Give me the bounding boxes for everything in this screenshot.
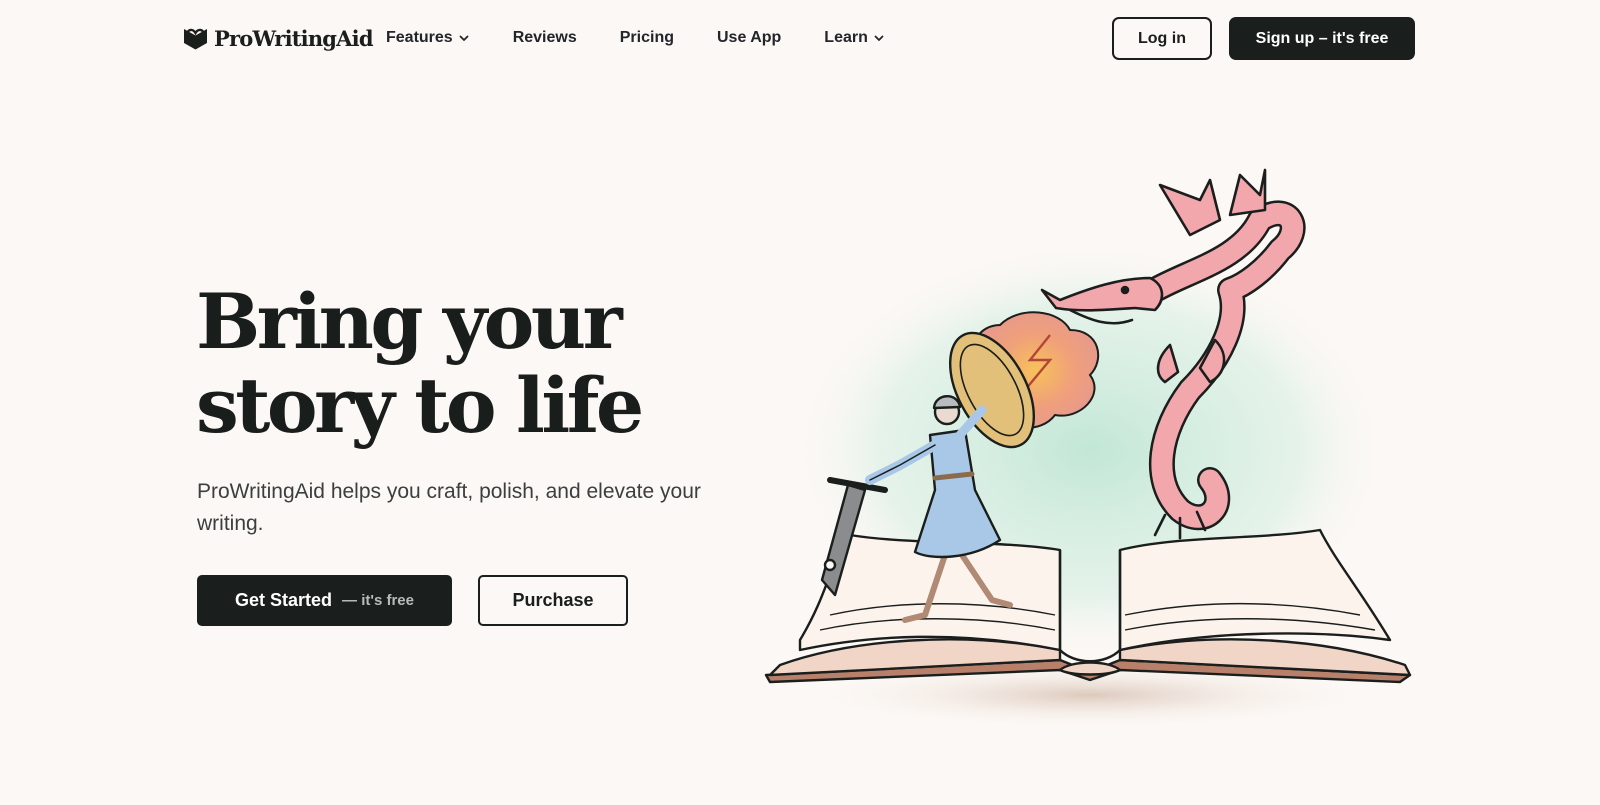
nav-use-app-label: Use App: [716, 29, 782, 46]
get-started-button[interactable]: Get Started — it's free: [197, 575, 452, 626]
nav-pricing[interactable]: Pricing: [620, 26, 674, 50]
get-started-sublabel: — it's free: [342, 592, 414, 609]
nav-features-label: Features: [386, 29, 453, 46]
main-nav: Features Reviews Pricing Use App Learn: [386, 26, 928, 50]
hero-illustration: [760, 160, 1420, 740]
nav-reviews[interactable]: Reviews: [513, 26, 577, 50]
logo-link[interactable]: ProWritingAid: [183, 24, 374, 52]
logo-icon: [183, 26, 208, 50]
chevron-down-icon: [873, 32, 885, 44]
nav-reviews-label: Reviews: [512, 29, 577, 46]
knight-dragon-book-illustration: [764, 168, 1412, 729]
signup-button[interactable]: Sign up – it's free: [1229, 17, 1415, 60]
chevron-down-icon: [458, 32, 470, 44]
hero-title: Bring your story to life: [196, 280, 756, 448]
nav-pricing-label: Pricing: [619, 29, 674, 46]
hero-subtitle: ProWritingAid helps you craft, polish, a…: [197, 480, 701, 535]
nav-learn[interactable]: Learn: [824, 26, 885, 50]
nav-use-app[interactable]: Use App: [717, 26, 781, 50]
nav-learn-label: Learn: [824, 29, 868, 46]
site-header: ProWritingAid Features Reviews Pricing U…: [0, 0, 1600, 78]
login-button[interactable]: Log in: [1112, 17, 1212, 60]
page: ProWritingAid Features Reviews Pricing U…: [0, 0, 1600, 805]
hero-title-line-1: Bring your: [196, 277, 623, 366]
nav-features[interactable]: Features: [386, 26, 470, 50]
get-started-label: Get Started: [235, 590, 333, 610]
purchase-button[interactable]: Purchase: [478, 575, 628, 626]
logo-text: ProWritingAid: [214, 25, 374, 51]
hero-title-line-2: story to life: [196, 361, 644, 450]
